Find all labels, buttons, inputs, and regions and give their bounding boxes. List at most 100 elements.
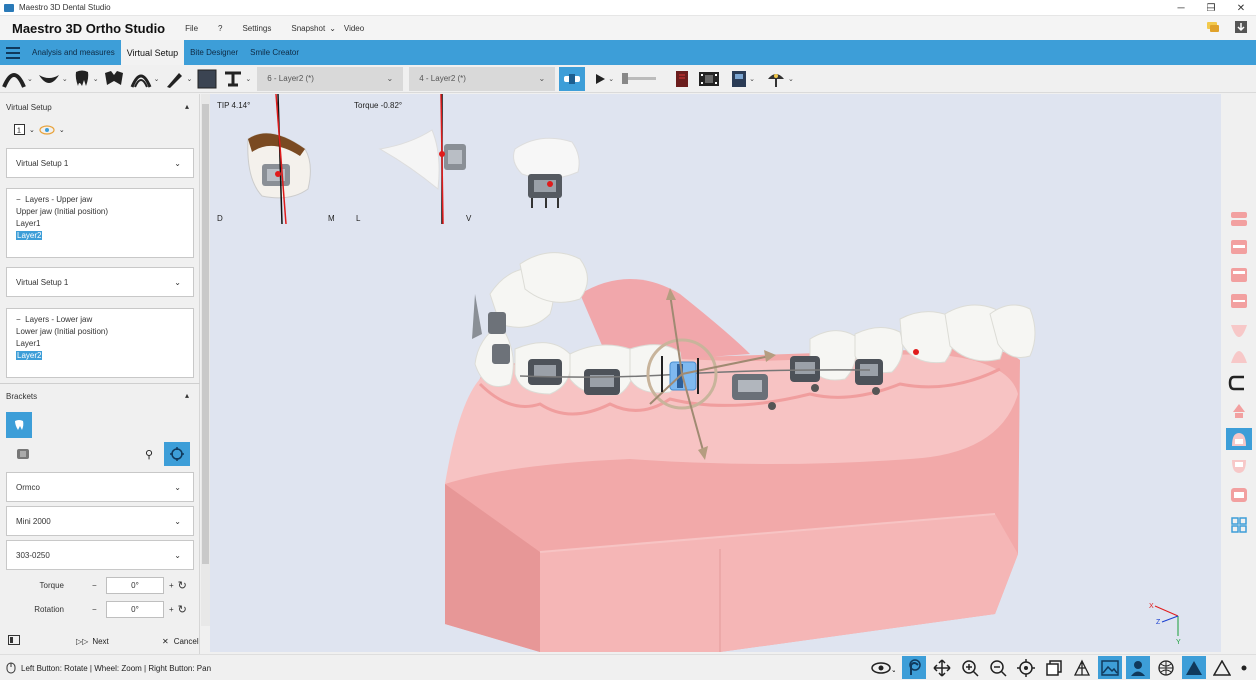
lamp-icon[interactable]: ⌄ [763,65,796,93]
tab-bite-designer[interactable]: Bite Designer [184,40,244,65]
torque-minus-button[interactable]: − [92,581,102,590]
cancel-button[interactable]: ✕ Cancel [162,637,199,646]
3d-viewport[interactable]: TIP 4.14° Torque -0.82° D M L V X Y Z [210,94,1221,652]
tab-virtual-setup[interactable]: Virtual Setup [120,40,185,65]
pan-mode-icon[interactable] [930,656,954,679]
view-back-icon[interactable] [1228,456,1250,478]
view-occlusal-icon[interactable] [1228,484,1250,506]
zoom-in-icon[interactable] [958,656,982,679]
solid-triangle-icon[interactable] [1182,656,1206,679]
download-icon[interactable] [1234,20,1248,34]
export-icon[interactable]: ⌄ [728,65,757,93]
grid-layout-icon[interactable] [1228,514,1250,536]
view-bite-icon[interactable] [1228,290,1250,312]
zoom-out-icon[interactable] [986,656,1010,679]
menu-video[interactable]: Video [344,24,364,33]
restore-button[interactable]: ❐ [1196,0,1226,16]
layers-icon[interactable] [1042,656,1066,679]
bracket-view-toggle[interactable] [559,66,586,91]
next-button[interactable]: ▷▷ Next [76,637,109,646]
reset-icon[interactable]: ↻ [178,579,187,592]
lower-layers-title-row[interactable]: − Layers - Lower jaw [16,314,184,326]
color-square-tool[interactable] [194,65,220,93]
view-front-icon[interactable] [1226,428,1252,450]
dental-model-scene[interactable]: X Y Z [210,94,1221,652]
rotation-input[interactable]: 0° [106,600,164,618]
menu-settings[interactable]: Settings [242,24,271,33]
bracket-tooth-button[interactable] [6,412,32,438]
snapshot-caret[interactable]: ⌄ [329,24,336,33]
target-icon[interactable] [1014,656,1038,679]
wireframe-icon[interactable] [1070,656,1094,679]
jaw-view-tool[interactable]: ⌄ [35,65,70,93]
slider-knob[interactable] [622,73,629,84]
animation-slider[interactable] [622,73,657,84]
rotate-mode-icon[interactable] [902,656,926,679]
number-badge-icon[interactable]: 1 [14,124,25,135]
reference-select[interactable]: 303-0250 ⌄ [6,540,194,570]
play-button[interactable]: ⌄ [591,65,616,93]
sidebar-scrollbar[interactable] [201,94,210,626]
visibility-eye-icon[interactable]: ⌄ [868,656,898,679]
collapse-arrow-icon[interactable]: ▴ [185,391,189,400]
patient-icon[interactable] [1126,656,1150,679]
menu-help[interactable]: ? [218,24,222,33]
collapse-arrow-icon[interactable]: ▴ [185,102,189,111]
outline-triangle-icon[interactable] [1210,656,1234,679]
view-lower-jaw-icon[interactable] [1228,264,1250,286]
bracket-tool[interactable]: ⌄ [220,65,253,93]
hamburger-menu-icon[interactable] [0,40,26,65]
view-upper-jaw-icon[interactable] [1228,236,1250,258]
view-tooth-up-icon[interactable] [1228,400,1250,422]
jaw-model[interactable] [445,252,1036,652]
manufacturer-select[interactable]: Ormco ⌄ [6,472,194,502]
layer-item-selected[interactable]: Layer2 [16,231,43,240]
lower-setup-select[interactable]: Virtual Setup 1 ⌄ [6,267,194,297]
bracket-library-icon[interactable] [16,448,30,462]
layer-item-selected[interactable]: Layer2 [16,351,43,360]
view-both-jaws-icon[interactable] [1228,208,1250,230]
chevron-down-icon[interactable]: ⌄ [29,126,35,134]
panel-toggle-icon[interactable] [8,635,20,647]
scrollbar-thumb[interactable] [202,104,209,564]
report-icon[interactable] [672,65,692,93]
chevron-down-icon[interactable]: ⌄ [59,126,65,134]
layer-item[interactable]: Lower jaw (Initial position) [16,326,184,338]
rotation-minus-button[interactable]: − [92,605,102,614]
minimize-button-2[interactable]: ─ [1166,0,1196,16]
model-select[interactable]: Mini 2000 ⌄ [6,506,194,536]
eye-icon[interactable] [39,124,55,135]
view-gum-icon[interactable] [1228,318,1250,340]
torque-input[interactable]: 0° [106,576,164,594]
image-view-icon[interactable] [1098,656,1122,679]
view-arch-icon[interactable] [1228,372,1250,394]
arch-wire-tool[interactable]: ⌄ [127,65,162,93]
tab-smile-creator[interactable]: Smile Creator [244,40,305,65]
layer-item[interactable]: Layer1 [16,338,184,350]
upper-setup-select[interactable]: Virtual Setup 1 ⌄ [6,148,194,178]
pen-tool[interactable]: ⌄ [162,65,195,93]
target-button[interactable] [164,442,190,466]
lower-layer-select[interactable]: 4 - Layer2 (*) ⌄ [409,66,556,91]
tab-analysis[interactable]: Analysis and measures [26,40,121,65]
upper-layers-title-row[interactable]: − Layers - Upper jaw [16,194,184,206]
view-gum-lower-icon[interactable] [1228,346,1250,368]
menu-file[interactable]: File [185,24,198,33]
upper-layer-select[interactable]: 6 - Layer2 (*) ⌄ [257,66,404,91]
reset-icon[interactable]: ↻ [178,603,187,616]
mesh-icon[interactable] [1154,656,1178,679]
chat-icon[interactable] [1206,20,1220,34]
tooth-tool[interactable]: ⌄ [70,65,101,93]
arch-upper-tool[interactable]: ⌄ [0,65,35,93]
torque-plus-button[interactable]: + [169,581,174,590]
rotation-plus-button[interactable]: + [169,605,174,614]
point-icon[interactable] [1238,656,1250,679]
film-icon[interactable] [696,65,722,93]
menu-snapshot[interactable]: Snapshot [291,24,325,33]
crown-tool[interactable] [101,65,127,93]
close-button[interactable]: ✕ [1226,0,1256,16]
layer-item[interactable]: Upper jaw (Initial position) [16,206,184,218]
pin-icon[interactable]: ⚲ [145,448,153,461]
model-value: Mini 2000 [16,516,51,526]
layer-item[interactable]: Layer1 [16,218,184,230]
